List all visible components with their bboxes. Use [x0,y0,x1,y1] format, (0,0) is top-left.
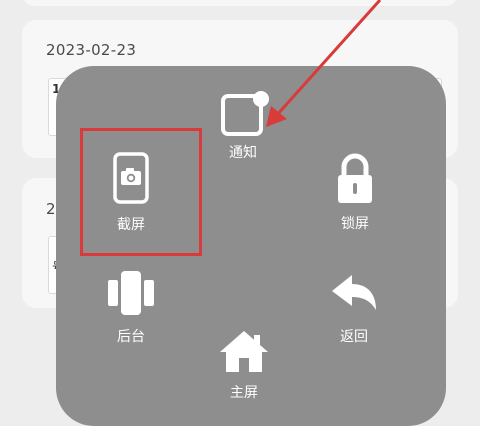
menu-item-label: 返回 [340,329,368,345]
padlock-icon [338,153,372,203]
menu-item-label: 后台 [117,329,145,345]
menu-item-notification[interactable]: 通知 [213,90,273,162]
menu-item-lock-screen[interactable]: 锁屏 [328,152,382,233]
notification-square-icon [221,91,269,136]
back-arrow-icon [332,275,376,310]
card-date: 2 [46,200,56,218]
screenshot-highlight-box [80,128,202,256]
menu-item-label: 锁屏 [341,216,369,232]
menu-item-label: 通知 [229,145,257,161]
menu-item-back[interactable]: 返回 [326,270,382,346]
menu-item-background-apps[interactable]: 后台 [104,268,158,346]
app-switcher-cards-icon [108,271,154,315]
background-card-top [22,0,458,6]
menu-item-label: 主屏 [230,385,258,401]
menu-item-home[interactable]: 主屏 [214,328,274,402]
home-house-icon [220,331,268,372]
card-date: 2023-02-23 [46,41,137,59]
